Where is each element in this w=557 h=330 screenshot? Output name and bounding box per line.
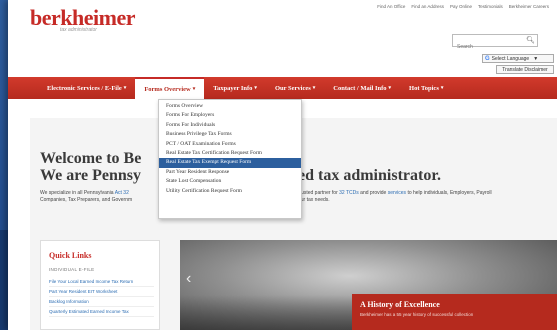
nav-label: Our Services: [274, 84, 311, 92]
top-link-careers[interactable]: Berkheimer Careers: [509, 4, 549, 9]
chevron-left-icon[interactable]: ‹: [186, 270, 191, 288]
nav-hot-topics[interactable]: Hot Topics ▾: [400, 77, 452, 99]
hero-card-text: Berkheimer has a 55 year history of succ…: [360, 312, 474, 317]
quick-link-item[interactable]: Part Year Resident EIT Worksheet: [49, 287, 154, 297]
menu-item-business-privilege[interactable]: Business Privilege Tax Forms: [159, 130, 301, 139]
intro-text-left: We specialize in all Pennsylvania Act 32…: [40, 190, 162, 204]
menu-item-forms-employers[interactable]: Forms For Employers: [159, 111, 301, 120]
menu-item-part-year-resident[interactable]: Part Year Resident Response: [159, 168, 301, 177]
logo-tagline: tax administrator: [60, 27, 97, 33]
welcome-heading-right: ed tax administrator.: [298, 167, 441, 184]
intro-text: We specialize in all Pennsylvania: [40, 190, 114, 196]
nav-label: Forms Overview: [144, 85, 191, 93]
top-utility-links: Find An Office Find an Address Pay Onlin…: [377, 4, 549, 9]
intro-text: Companies, Tax Preparers, and Governm: [40, 197, 133, 203]
menu-item-forms-individuals[interactable]: Forms For Individuals: [159, 121, 301, 130]
intro-text: to help individuals, Employers, Payroll: [407, 190, 492, 196]
chevron-down-icon: ▾: [254, 86, 257, 91]
hero-caption-card[interactable]: A History of Excellence Berkheimer has a…: [352, 294, 557, 330]
menu-item-pct-oat[interactable]: PCT / OAT Examination Forms: [159, 140, 301, 149]
nav-label: Contact / Mail Info: [333, 84, 387, 92]
chevron-down-icon: ▾: [123, 86, 127, 91]
chevron-down-icon: ▾: [312, 86, 316, 91]
browser-page: berkheimer tax administrator Find An Off…: [8, 0, 557, 330]
tcds-link[interactable]: 32 TCDs: [339, 190, 359, 196]
menu-item-forms-overview[interactable]: Forms Overview: [159, 102, 301, 111]
chevron-down-icon: ▾: [192, 87, 196, 92]
intro-text-right: trusted partner for 32 TCDs and provide …: [298, 190, 556, 204]
quick-links-list: File Your Local Earned Income Tax Return…: [49, 277, 154, 317]
hero-card-title: A History of Excellence: [360, 300, 440, 309]
translate-disclaimer-button[interactable]: Translate Disclaimer: [496, 65, 554, 74]
quick-link-item[interactable]: Quarterly Estimated Earned Income Tax: [49, 307, 154, 317]
search-input[interactable]: [453, 41, 523, 53]
nav-forms-overview[interactable]: Forms Overview ▾: [135, 77, 205, 99]
services-link[interactable]: services: [388, 190, 406, 196]
nav-label: Hot Topics: [409, 84, 439, 92]
menu-item-state-lost-compensation[interactable]: State Lost Compensation: [159, 177, 301, 186]
intro-text: trusted partner for: [298, 190, 338, 196]
top-link-find-office[interactable]: Find An Office: [377, 4, 405, 9]
google-icon: G: [485, 55, 490, 62]
quick-links-subtitle: INDIVIDUAL E-FILE: [49, 267, 95, 272]
chevron-down-icon: ▾: [440, 86, 444, 91]
main-navigation: Electronic Services / E-File ▾ Forms Ove…: [8, 77, 557, 99]
select-language-dropdown[interactable]: G Select Language ▼: [482, 54, 554, 63]
nav-contact-mail-info[interactable]: Contact / Mail Info ▾: [324, 77, 400, 99]
quick-link-item[interactable]: Backlog Information: [49, 297, 154, 307]
top-link-pay-online[interactable]: Pay Online: [450, 4, 472, 9]
quick-links-title: Quick Links: [49, 251, 92, 260]
top-link-find-address[interactable]: Find an Address: [411, 4, 444, 9]
menu-item-utility-certification[interactable]: Utility Certification Request Form: [159, 187, 301, 196]
act-32-link[interactable]: Act 32: [115, 190, 129, 196]
nav-our-services[interactable]: Our Services ▾: [266, 77, 324, 99]
search-box: 🔍︎: [452, 34, 538, 53]
welcome-heading-line2: We are Pennsy: [40, 167, 142, 184]
select-language-label: Select Language: [491, 55, 530, 62]
quick-links-panel: Quick Links INDIVIDUAL E-FILE File Your …: [40, 240, 160, 330]
chevron-down-icon: ▾: [388, 86, 392, 91]
nav-label: Taxpayer Info: [213, 84, 253, 92]
nav-electronic-services[interactable]: Electronic Services / E-File ▾: [38, 77, 135, 99]
intro-text: our tax needs.: [298, 197, 330, 203]
menu-item-real-estate-certification[interactable]: Real Estate Tax Certification Request Fo…: [159, 149, 301, 158]
quick-link-item[interactable]: File Your Local Earned Income Tax Return: [49, 277, 154, 287]
search-icon[interactable]: 🔍︎: [526, 36, 535, 44]
welcome-heading-line1: Welcome to Be: [40, 150, 142, 167]
intro-text: and provide: [360, 190, 387, 196]
nav-label: Electronic Services / E-File: [47, 84, 122, 92]
menu-item-real-estate-exempt[interactable]: Real Estate Tax Exempt Request Form: [159, 158, 301, 168]
forms-overview-dropdown-menu: Forms Overview Forms For Employers Forms…: [158, 99, 302, 219]
nav-taxpayer-info[interactable]: Taxpayer Info ▾: [204, 77, 266, 99]
top-link-testimonials[interactable]: Testimonials: [478, 4, 503, 9]
chevron-down-icon: ▼: [533, 55, 539, 62]
